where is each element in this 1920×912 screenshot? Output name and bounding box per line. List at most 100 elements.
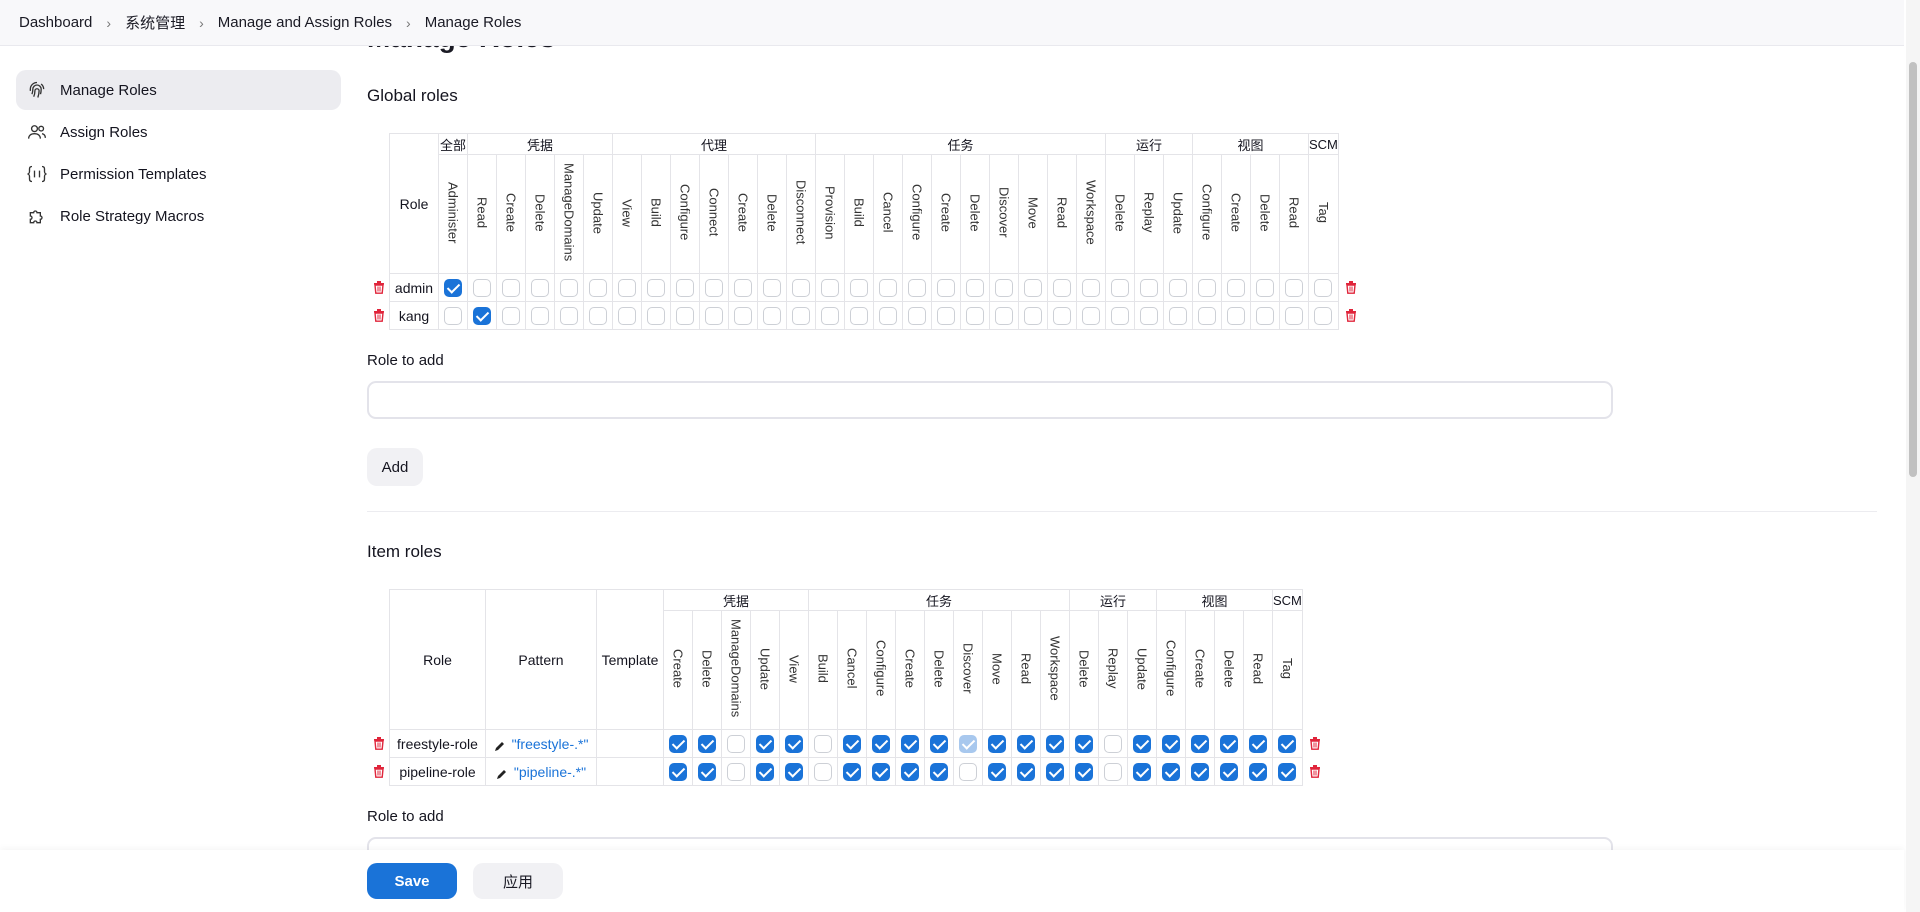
template-cell[interactable] bbox=[596, 729, 664, 758]
pattern-cell[interactable]: "pipeline-.*" bbox=[485, 757, 597, 786]
permission-checkbox[interactable] bbox=[1169, 278, 1187, 297]
permission-checkbox[interactable] bbox=[908, 306, 926, 325]
permission-checkbox[interactable] bbox=[1082, 306, 1100, 325]
permission-checkbox[interactable] bbox=[792, 306, 810, 325]
permission-checkbox[interactable] bbox=[1220, 734, 1238, 753]
permission-checkbox[interactable] bbox=[444, 278, 462, 297]
permission-checkbox[interactable] bbox=[1162, 762, 1180, 781]
permission-checkbox[interactable] bbox=[901, 734, 919, 753]
permission-checkbox[interactable] bbox=[1053, 278, 1071, 297]
global-role-to-add-input[interactable] bbox=[367, 381, 1613, 419]
template-cell[interactable] bbox=[596, 757, 664, 786]
delete-role-icon[interactable] bbox=[373, 280, 385, 294]
permission-checkbox[interactable] bbox=[734, 278, 752, 297]
permission-checkbox[interactable] bbox=[1024, 306, 1042, 325]
permission-checkbox[interactable] bbox=[705, 306, 723, 325]
permission-checkbox[interactable] bbox=[995, 306, 1013, 325]
delete-role-icon[interactable] bbox=[1345, 280, 1357, 294]
permission-checkbox[interactable] bbox=[1024, 278, 1042, 297]
permission-checkbox[interactable] bbox=[792, 278, 810, 297]
permission-checkbox[interactable] bbox=[1198, 306, 1216, 325]
add-global-role-button[interactable]: Add bbox=[367, 448, 423, 486]
delete-role-icon[interactable] bbox=[1345, 308, 1357, 322]
permission-checkbox[interactable] bbox=[669, 762, 687, 781]
permission-checkbox[interactable] bbox=[589, 278, 607, 297]
permission-checkbox[interactable] bbox=[1191, 762, 1209, 781]
permission-checkbox[interactable] bbox=[1075, 762, 1093, 781]
permission-checkbox[interactable] bbox=[785, 734, 803, 753]
permission-checkbox[interactable] bbox=[1017, 762, 1035, 781]
permission-checkbox[interactable] bbox=[1227, 306, 1245, 325]
permission-checkbox[interactable] bbox=[756, 762, 774, 781]
permission-checkbox[interactable] bbox=[618, 306, 636, 325]
permission-checkbox[interactable] bbox=[1278, 734, 1297, 753]
permission-checkbox[interactable] bbox=[843, 762, 861, 781]
permission-checkbox[interactable] bbox=[589, 306, 607, 325]
sidebar-item-manage-roles[interactable]: Manage Roles bbox=[16, 70, 341, 110]
permission-checkbox[interactable] bbox=[560, 306, 578, 325]
permission-checkbox[interactable] bbox=[618, 278, 636, 297]
permission-checkbox[interactable] bbox=[843, 734, 861, 753]
permission-checkbox[interactable] bbox=[1191, 734, 1209, 753]
permission-checkbox[interactable] bbox=[1314, 306, 1333, 325]
permission-checkbox[interactable] bbox=[872, 762, 890, 781]
permission-checkbox[interactable] bbox=[995, 278, 1013, 297]
permission-checkbox[interactable] bbox=[734, 306, 752, 325]
permission-checkbox[interactable] bbox=[908, 278, 926, 297]
permission-checkbox[interactable] bbox=[937, 278, 955, 297]
permission-checkbox[interactable] bbox=[879, 278, 897, 297]
permission-checkbox[interactable] bbox=[698, 762, 716, 781]
permission-checkbox[interactable] bbox=[473, 278, 491, 297]
permission-checkbox[interactable] bbox=[959, 762, 977, 781]
permission-checkbox[interactable] bbox=[763, 278, 781, 297]
permission-checkbox[interactable] bbox=[937, 306, 955, 325]
permission-checkbox[interactable] bbox=[821, 306, 839, 325]
apply-button[interactable]: 应用 bbox=[473, 863, 563, 899]
permission-checkbox[interactable] bbox=[966, 278, 984, 297]
permission-checkbox[interactable] bbox=[988, 762, 1006, 781]
permission-checkbox[interactable] bbox=[1104, 734, 1122, 753]
permission-checkbox[interactable] bbox=[676, 278, 694, 297]
delete-role-icon[interactable] bbox=[373, 308, 385, 322]
permission-checkbox[interactable] bbox=[1285, 278, 1303, 297]
permission-checkbox[interactable] bbox=[698, 734, 716, 753]
permission-checkbox[interactable] bbox=[1111, 278, 1129, 297]
permission-checkbox[interactable] bbox=[872, 734, 890, 753]
breadcrumb-item[interactable]: Manage and Assign Roles bbox=[218, 14, 392, 31]
permission-checkbox[interactable] bbox=[502, 278, 520, 297]
permission-checkbox[interactable] bbox=[1249, 734, 1267, 753]
permission-checkbox[interactable] bbox=[647, 278, 665, 297]
permission-checkbox[interactable] bbox=[988, 734, 1006, 753]
permission-checkbox[interactable] bbox=[705, 278, 723, 297]
permission-checkbox[interactable] bbox=[1285, 306, 1303, 325]
permission-checkbox[interactable] bbox=[1046, 762, 1064, 781]
permission-checkbox[interactable] bbox=[785, 762, 803, 781]
permission-checkbox[interactable] bbox=[1082, 278, 1100, 297]
permission-checkbox[interactable] bbox=[1314, 278, 1333, 297]
permission-checkbox[interactable] bbox=[1133, 734, 1151, 753]
permission-checkbox[interactable] bbox=[1075, 734, 1093, 753]
permission-checkbox[interactable] bbox=[879, 306, 897, 325]
permission-checkbox[interactable] bbox=[959, 734, 977, 753]
permission-checkbox[interactable] bbox=[814, 734, 832, 753]
breadcrumb-item[interactable]: Manage Roles bbox=[425, 14, 522, 31]
permission-checkbox[interactable] bbox=[560, 278, 578, 297]
permission-checkbox[interactable] bbox=[727, 762, 745, 781]
pattern-cell[interactable]: "freestyle-.*" bbox=[485, 729, 597, 758]
permission-checkbox[interactable] bbox=[1104, 762, 1122, 781]
permission-checkbox[interactable] bbox=[676, 306, 694, 325]
permission-checkbox[interactable] bbox=[1227, 278, 1245, 297]
pattern-text[interactable]: "freestyle-.*" bbox=[512, 736, 589, 752]
permission-checkbox[interactable] bbox=[502, 306, 520, 325]
permission-checkbox[interactable] bbox=[1111, 306, 1129, 325]
breadcrumb-item[interactable]: 系统管理 bbox=[125, 12, 185, 33]
scrollbar-thumb[interactable] bbox=[1909, 62, 1917, 477]
permission-checkbox[interactable] bbox=[901, 762, 919, 781]
sidebar-item-assign-roles[interactable]: Assign Roles bbox=[16, 112, 341, 152]
pencil-icon[interactable] bbox=[496, 767, 508, 779]
permission-checkbox[interactable] bbox=[1162, 734, 1180, 753]
permission-checkbox[interactable] bbox=[1220, 762, 1238, 781]
delete-role-icon[interactable] bbox=[373, 736, 385, 750]
permission-checkbox[interactable] bbox=[1053, 306, 1071, 325]
permission-checkbox[interactable] bbox=[814, 762, 832, 781]
